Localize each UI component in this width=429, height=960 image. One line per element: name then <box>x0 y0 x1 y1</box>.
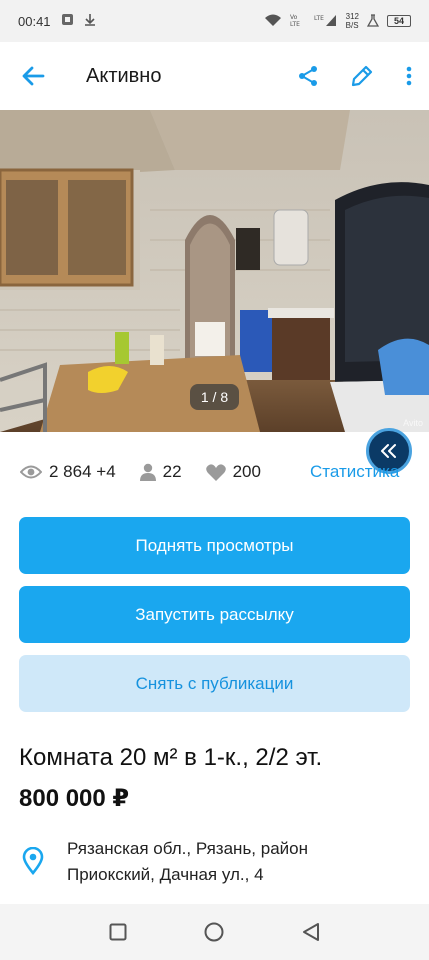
system-nav-bar <box>0 904 429 960</box>
photo-counter: 1 / 8 <box>190 384 239 410</box>
statistics-link[interactable]: Статистика <box>310 462 399 482</box>
home-button[interactable] <box>194 912 234 952</box>
svg-text:LTE: LTE <box>290 21 300 27</box>
more-button[interactable] <box>389 42 429 110</box>
listing-photo[interactable]: 1 / 8 Avito <box>0 110 429 432</box>
app-bar: Активно <box>0 42 429 110</box>
share-icon <box>299 66 317 86</box>
avito-watermark: Avito <box>403 418 423 428</box>
person-icon <box>139 463 156 481</box>
contacts-count: 22 <box>162 462 182 481</box>
eye-icon <box>20 465 42 479</box>
favorites-stat: 200 <box>205 462 261 482</box>
battery-level: 54 <box>393 16 404 26</box>
raise-views-button[interactable]: Поднять просмотры <box>19 517 410 574</box>
network-speed: 312 B/S <box>345 12 359 30</box>
arrow-left-icon <box>22 66 45 86</box>
status-time: 00:41 <box>18 13 51 29</box>
back-nav-button[interactable] <box>291 912 331 952</box>
page-title: Активно <box>86 64 162 87</box>
circle-icon <box>204 922 224 942</box>
listing-address: Рязанская обл., Рязань, район Приокский,… <box>67 839 308 884</box>
recents-button[interactable] <box>98 912 138 952</box>
back-button[interactable] <box>0 42 66 110</box>
svg-text:LTE: LTE <box>314 15 324 22</box>
battery-icon: 54 <box>387 15 411 27</box>
start-mailing-button[interactable]: Запустить рассылку <box>19 586 410 643</box>
views-count: 2 864 +4 <box>49 462 116 481</box>
favorites-count: 200 <box>232 462 261 481</box>
location-pin-icon <box>22 847 44 875</box>
signal-icon: LTE <box>314 13 338 29</box>
status-bar: 00:41 Vo LTE LTE 312 B/S 54 <box>0 0 429 42</box>
more-vertical-icon <box>406 66 412 86</box>
wifi-icon <box>264 13 282 29</box>
unpublish-button[interactable]: Снять с публикации <box>19 655 410 712</box>
heart-icon <box>205 463 226 481</box>
svg-text:Vo: Vo <box>290 14 298 21</box>
listing-title: Комната 20 м² в 1-к., 2/2 эт. <box>19 744 323 771</box>
edit-button[interactable] <box>335 42 389 110</box>
contacts-stat: 22 <box>139 462 182 482</box>
app-notification-icon <box>61 13 74 29</box>
triangle-back-icon <box>302 923 319 941</box>
flask-icon <box>366 13 380 29</box>
pencil-icon <box>351 65 373 87</box>
listing-price: 800 000 ₽ <box>19 785 130 812</box>
listing-stats: 2 864 +4 22 200 Статистика <box>20 452 420 492</box>
square-icon <box>109 923 127 941</box>
views-stat: 2 864 +4 <box>20 462 116 482</box>
volte-icon: Vo LTE <box>290 13 306 29</box>
share-button[interactable] <box>281 42 335 110</box>
download-icon <box>84 13 96 29</box>
